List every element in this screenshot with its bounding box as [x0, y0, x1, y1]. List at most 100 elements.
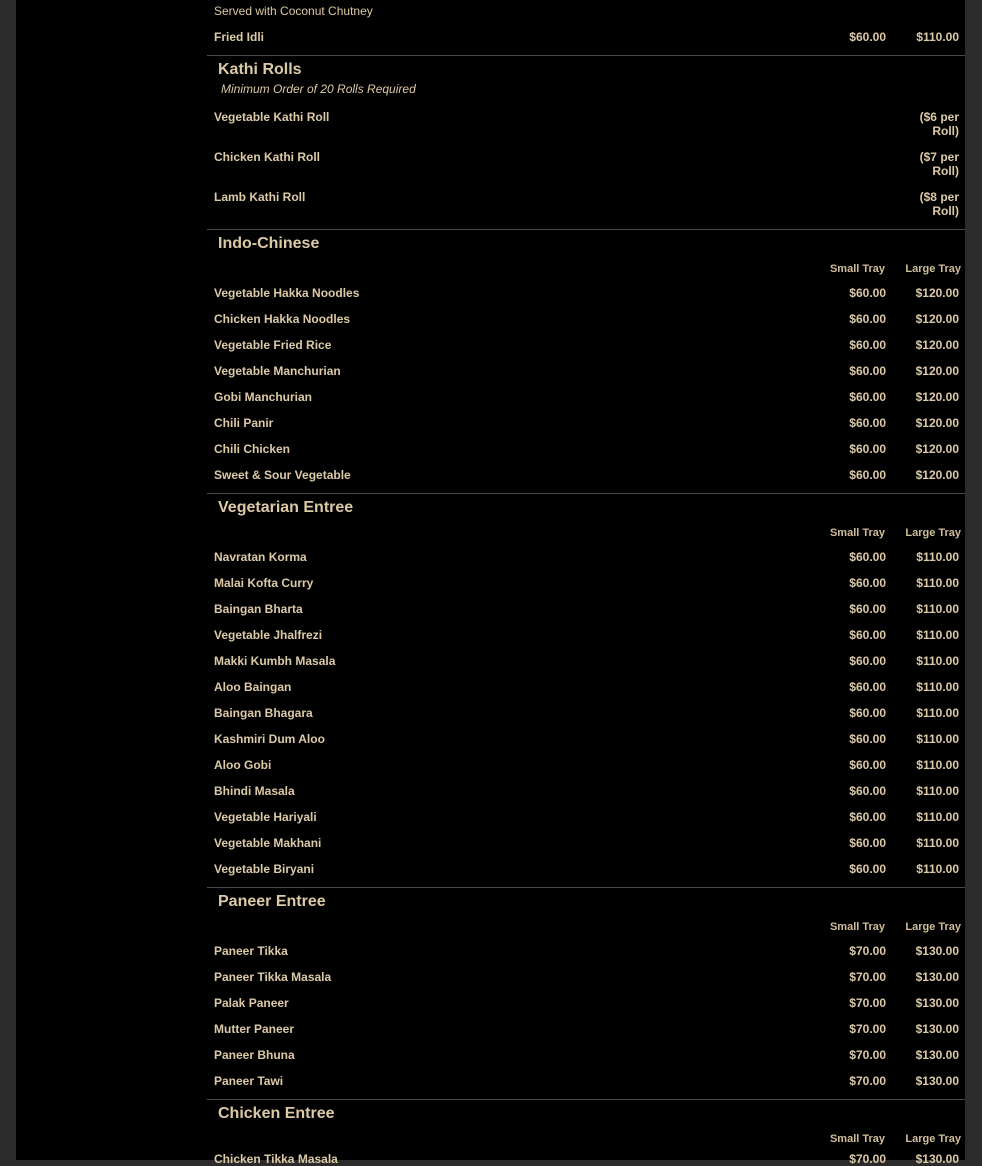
- large-tray-price: $130.00: [915, 1074, 959, 1088]
- small-tray-price: $60.00: [849, 836, 886, 850]
- small-tray-price: $60.00: [849, 602, 886, 616]
- menu-content: Served with Coconut Chutney Fried Idli $…: [207, 0, 965, 1166]
- menu-item-name: Vegetable Hakka Noodles: [214, 286, 360, 300]
- section-title-kathi-rolls: Kathi Rolls: [218, 61, 302, 78]
- large-tray-price: $110.00: [916, 758, 959, 772]
- roll-price: ($8 per Roll): [919, 190, 959, 218]
- small-tray-price: $60.00: [849, 30, 886, 44]
- small-tray-price: $60.00: [849, 442, 886, 456]
- menu-item-name: Sweet & Sour Vegetable: [214, 468, 351, 482]
- large-tray-price: $110.00: [916, 732, 959, 746]
- small-tray-price: $60.00: [849, 758, 886, 772]
- large-tray-price: $110.00: [916, 784, 959, 798]
- large-tray-price: $130.00: [915, 970, 959, 984]
- large-tray-price: $130.00: [915, 996, 959, 1010]
- section-divider: [207, 1099, 965, 1100]
- menu-item-name: Vegetable Makhani: [214, 836, 322, 850]
- menu-item-name: Aloo Gobi: [214, 758, 272, 772]
- menu-item-name: Lamb Kathi Roll: [214, 190, 306, 204]
- menu-item-name: Baingan Bhagara: [214, 706, 313, 720]
- large-tray-price: $130.00: [915, 944, 959, 958]
- menu-item-name: Bhindi Masala: [214, 784, 295, 798]
- roll-price: ($7 per Roll): [919, 150, 959, 178]
- section-divider: [207, 55, 965, 56]
- small-tray-price: $60.00: [849, 286, 886, 300]
- small-tray-price: $60.00: [849, 468, 886, 482]
- large-tray-price: $110.00: [916, 30, 959, 44]
- large-tray-price: $110.00: [916, 862, 959, 876]
- minimum-order-note: Minimum Order of 20 Rolls Required: [221, 82, 416, 96]
- large-tray-price: $120.00: [915, 286, 959, 300]
- large-tray-price: $110.00: [916, 576, 959, 590]
- section-title-indo-chinese: Indo-Chinese: [218, 235, 320, 252]
- section-title-chicken-entree: Chicken Entree: [218, 1105, 335, 1122]
- large-tray-price: $120.00: [915, 468, 959, 482]
- menu-item-name: Vegetable Kathi Roll: [214, 110, 330, 124]
- small-tray-price: $70.00: [849, 1048, 886, 1062]
- large-tray-header: Large Tray: [905, 263, 961, 275]
- small-tray-price: $70.00: [849, 1074, 886, 1088]
- menu-item-name: Malai Kofta Curry: [214, 576, 314, 590]
- small-tray-price: $70.00: [849, 970, 886, 984]
- large-tray-price: $120.00: [915, 416, 959, 430]
- large-tray-price: $130.00: [915, 1022, 959, 1036]
- menu-item-name: Chili Chicken: [214, 442, 291, 456]
- small-tray-price: $60.00: [849, 390, 886, 404]
- left-sidebar: [16, 0, 207, 1160]
- right-gutter: [965, 0, 982, 1160]
- small-tray-price: $60.00: [849, 364, 886, 378]
- menu-item-name: Makki Kumbh Masala: [214, 654, 336, 668]
- section-divider: [207, 887, 965, 888]
- small-tray-price: $60.00: [849, 706, 886, 720]
- menu-item-name: Vegetable Hariyali: [214, 810, 317, 824]
- small-tray-price: $60.00: [849, 810, 886, 824]
- menu-item-name: Vegetable Jhalfrezi: [214, 628, 323, 642]
- section-divider: [207, 493, 965, 494]
- menu-item-name: Paneer Bhuna: [214, 1048, 295, 1062]
- small-tray-header: Small Tray: [829, 263, 885, 275]
- large-tray-price: $120.00: [915, 338, 959, 352]
- menu-item-name: Chili Panir: [214, 416, 274, 430]
- served-note: Served with Coconut Chutney: [214, 4, 373, 18]
- menu-item-name: Aloo Baingan: [214, 680, 292, 694]
- section-title-paneer-entree: Paneer Entree: [218, 893, 326, 910]
- large-tray-price: $130.00: [915, 1152, 959, 1166]
- small-tray-price: $60.00: [849, 732, 886, 746]
- menu-item-name: Vegetable Manchurian: [214, 364, 341, 378]
- large-tray-price: $110.00: [916, 680, 959, 694]
- small-tray-price: $60.00: [849, 312, 886, 326]
- menu-item-name: Navratan Korma: [214, 550, 307, 564]
- small-tray-price: $60.00: [849, 576, 886, 590]
- small-tray-price: $60.00: [849, 680, 886, 694]
- small-tray-price: $70.00: [849, 944, 886, 958]
- menu-item-name: Chicken Tikka Masala: [214, 1152, 338, 1166]
- large-tray-price: $110.00: [916, 628, 959, 642]
- small-tray-price: $60.00: [849, 338, 886, 352]
- large-tray-price: $130.00: [915, 1048, 959, 1062]
- roll-price: ($6 per Roll): [919, 110, 959, 138]
- large-tray-price: $110.00: [916, 810, 959, 824]
- menu-item-name: Paneer Tikka: [214, 944, 288, 958]
- small-tray-header: Small Tray: [829, 1133, 885, 1145]
- large-tray-price: $110.00: [916, 654, 959, 668]
- large-tray-price: $120.00: [915, 390, 959, 404]
- large-tray-price: $110.00: [916, 602, 959, 616]
- menu-item-name: Palak Paneer: [214, 996, 289, 1010]
- menu-item-name: Baingan Bharta: [214, 602, 303, 616]
- menu-item-name: Kashmiri Dum Aloo: [214, 732, 325, 746]
- section-title-vegetarian-entree: Vegetarian Entree: [218, 499, 354, 516]
- menu-item-name: Vegetable Fried Rice: [214, 338, 332, 352]
- menu-item-name: Mutter Paneer: [214, 1022, 295, 1036]
- menu-item-name: Fried Idli: [214, 30, 265, 44]
- small-tray-price: $70.00: [849, 1152, 886, 1166]
- menu-item-name: Chicken Kathi Roll: [214, 150, 321, 164]
- menu-item-name: Chicken Hakka Noodles: [214, 312, 351, 326]
- large-tray-price: $120.00: [915, 312, 959, 326]
- small-tray-price: $70.00: [849, 1022, 886, 1036]
- menu-item-name: Vegetable Biryani: [214, 862, 315, 876]
- small-tray-price: $60.00: [849, 654, 886, 668]
- small-tray-price: $60.00: [849, 784, 886, 798]
- menu-item-name: Paneer Tawi: [214, 1074, 284, 1088]
- small-tray-header: Small Tray: [829, 921, 885, 933]
- large-tray-header: Large Tray: [905, 921, 961, 933]
